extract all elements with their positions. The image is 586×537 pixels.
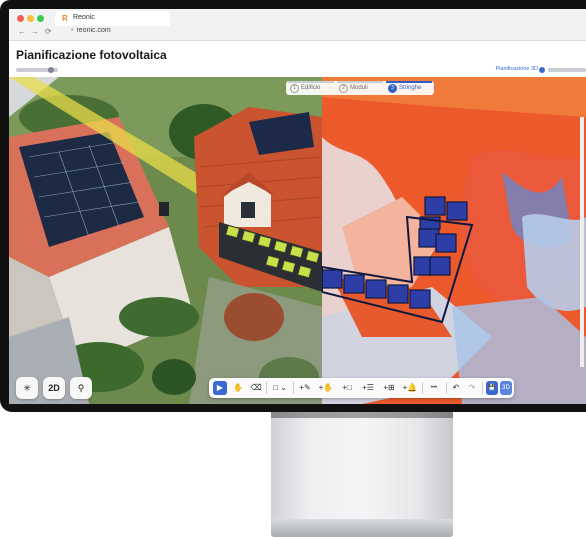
view-2d-button[interactable]: 2D: [43, 377, 65, 399]
toolbar-divider: [482, 382, 483, 394]
step-1-underline: [288, 81, 334, 83]
view-3d-button[interactable]: 3D: [500, 381, 512, 395]
add-rectangle-icon[interactable]: +□: [338, 381, 356, 395]
shape-dropdown-icon[interactable]: □ ⌄: [269, 381, 291, 395]
toolbar-divider: [446, 382, 447, 394]
page-title: Pianificazione fotovoltaica: [16, 48, 167, 62]
browser-bar: R Reonic ← → ⟳ • reonic.com: [9, 9, 586, 41]
add-grid-icon[interactable]: +⊞: [380, 381, 398, 395]
undo-icon[interactable]: ↶: [449, 381, 463, 395]
hand-tool-icon[interactable]: ✋: [231, 381, 245, 395]
add-line-icon[interactable]: +✎: [296, 381, 314, 395]
tab-title: Reonic: [73, 14, 95, 21]
monitor-stand: [271, 412, 453, 522]
stand-shadow: [271, 412, 453, 418]
select-tool-icon[interactable]: ▶: [213, 381, 227, 395]
add-marker-icon[interactable]: +🔔: [401, 381, 419, 395]
more-icon[interactable]: •••: [425, 381, 443, 395]
step-building[interactable]: 1 Edificio: [290, 84, 320, 93]
minimize-window-icon[interactable]: [27, 15, 34, 22]
step-2-underline: [337, 81, 383, 83]
reonic-logo: R: [62, 14, 68, 23]
add-obstacle-icon[interactable]: +✋: [317, 381, 335, 395]
monitor-stand-base: [271, 519, 453, 537]
close-window-icon[interactable]: [17, 15, 24, 22]
compass-icon[interactable]: ✳: [16, 377, 38, 399]
aerial-photo: [9, 77, 322, 404]
url-text: reonic.com: [76, 27, 111, 34]
planning-3d-track: [548, 68, 586, 72]
monitor-bezel: R Reonic ← → ⟳ • reonic.com Pianificazion…: [0, 0, 586, 412]
reload-icon[interactable]: ⟳: [45, 27, 52, 36]
address-bar[interactable]: • reonic.com: [71, 27, 571, 37]
back-icon[interactable]: ←: [18, 27, 26, 36]
save-icon[interactable]: 💾: [486, 381, 498, 395]
step-3-underline: [386, 81, 432, 83]
planning-3d-dot: [539, 67, 545, 73]
app-header: Pianificazione fotovoltaica Pianificazio…: [9, 41, 586, 77]
progress-handle[interactable]: [48, 67, 54, 73]
toolbar-divider: [293, 382, 294, 394]
add-row-icon[interactable]: +☰: [359, 381, 377, 395]
eraser-tool-icon[interactable]: ⌫: [249, 381, 263, 395]
map-viewport[interactable]: 1 Edificio 2 Moduli 3 Stringhe ✳ 2D ⚲ ▶ ✋ ⌫…: [9, 77, 586, 404]
lock-icon: •: [71, 27, 74, 34]
drawing-toolbar: ▶ ✋ ⌫ □ ⌄ +✎ +✋ +□ +☰ +⊞ +🔔 ••• ↶ ↷ 💾 3D: [209, 378, 514, 398]
redo-icon[interactable]: ↷: [465, 381, 479, 395]
step-strings[interactable]: 3 Stringhe: [388, 84, 421, 93]
planning-3d-label[interactable]: Pianificazione 3D: [496, 66, 539, 72]
maximize-window-icon[interactable]: [37, 15, 44, 22]
screen: R Reonic ← → ⟳ • reonic.com Pianificazion…: [9, 9, 586, 404]
toolbar-divider: [422, 382, 423, 394]
browser-tab[interactable]: R Reonic: [55, 11, 170, 26]
step-modules[interactable]: 2 Moduli: [339, 84, 368, 93]
map-pin-icon[interactable]: ⚲: [70, 377, 92, 399]
irradiance-heatmap: [322, 77, 586, 404]
step-indicator: 1 Edificio 2 Moduli 3 Stringhe: [286, 81, 434, 95]
forward-icon[interactable]: →: [31, 27, 39, 36]
toolbar-divider: [266, 382, 267, 394]
